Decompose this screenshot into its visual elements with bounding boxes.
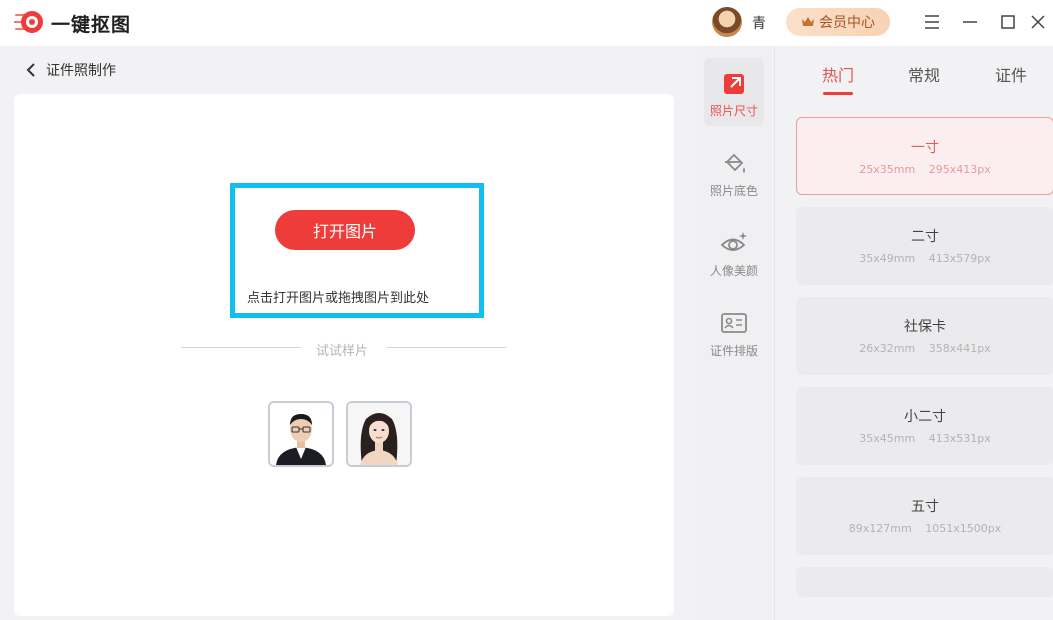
tool-photo-size[interactable]: 照片尺寸: [704, 58, 764, 126]
size-option-social-security[interactable]: 社保卡 26x32mm 358x441px: [796, 297, 1053, 375]
size-dims: 26x32mm 358x441px: [859, 342, 991, 355]
size-option-small-2inch[interactable]: 小二寸 35x45mm 413x531px: [796, 387, 1053, 465]
paint-bucket-icon: [725, 153, 745, 173]
tool-sidebar: 照片尺寸 照片底色 人像美颜 证件排版: [697, 46, 773, 620]
size-dims: 35x45mm 413x531px: [859, 432, 991, 445]
sample-photo-female[interactable]: [346, 401, 412, 467]
sample-divider-label: 试试样片: [316, 344, 369, 359]
username[interactable]: 青: [752, 13, 766, 33]
divider-right: [386, 347, 506, 348]
size-name: 五寸: [911, 499, 939, 515]
tool-background-color[interactable]: 照片底色: [704, 138, 764, 206]
chevron-left-icon: [26, 63, 35, 77]
tool-label-beauty: 人像美颜: [709, 264, 758, 278]
vip-crown-icon: [802, 17, 814, 26]
avatar[interactable]: [712, 7, 742, 37]
tab-hot[interactable]: 热门: [822, 62, 854, 86]
maximize-button[interactable]: [998, 12, 1018, 32]
divider-left: [181, 347, 301, 348]
upload-card[interactable]: 打开图片 点击打开图片或拖拽图片到此处 试试样片: [14, 94, 674, 616]
size-dims: 89x127mm 1051x1500px: [848, 522, 1002, 535]
minimize-button[interactable]: [960, 12, 980, 32]
drop-hint: 点击打开图片或拖拽图片到此处: [247, 291, 430, 306]
size-option-2inch[interactable]: 二寸 35x49mm 413x579px: [796, 207, 1053, 285]
menu-button[interactable]: [922, 12, 942, 32]
size-option-1inch[interactable]: 一寸 25x35mm 295x413px: [796, 117, 1053, 195]
tool-beauty[interactable]: 人像美颜: [704, 218, 764, 286]
photo-size-icon: [724, 74, 744, 94]
tool-id-layout[interactable]: 证件排版: [704, 298, 764, 366]
open-image-button[interactable]: 打开图片: [275, 210, 415, 250]
tool-label-background-color: 照片底色: [709, 184, 758, 198]
tool-label-id-layout: 证件排版: [709, 344, 758, 358]
back-button[interactable]: 证件照制作: [26, 60, 116, 80]
size-name: 二寸: [911, 229, 939, 245]
size-name: 小二寸: [904, 409, 946, 425]
female-portrait-image: [348, 403, 410, 465]
eye-sparkle-icon: [720, 232, 747, 251]
vip-center-button[interactable]: 会员中心: [786, 8, 890, 36]
page-title: 证件照制作: [46, 63, 116, 79]
active-tab-indicator: [823, 92, 853, 95]
sample-photo-male[interactable]: [268, 401, 334, 467]
close-button[interactable]: [1028, 12, 1048, 32]
menu-icon: [925, 15, 939, 29]
upload-drop-zone[interactable]: 打开图片 点击打开图片或拖拽图片到此处: [230, 183, 484, 318]
maximize-icon: [1001, 15, 1015, 29]
vip-center-label: 会员中心: [819, 15, 875, 31]
tool-label-photo-size: 照片尺寸: [709, 104, 758, 118]
size-option-5inch[interactable]: 五寸 89x127mm 1051x1500px: [796, 477, 1053, 555]
tab-regular[interactable]: 常规: [908, 62, 940, 86]
size-name: 一寸: [911, 140, 939, 156]
size-name: 社保卡: [904, 319, 946, 335]
minimize-icon: [963, 21, 977, 23]
male-portrait-image: [270, 403, 332, 465]
size-dims: 25x35mm 295x413px: [859, 163, 991, 176]
size-option-partial[interactable]: [796, 567, 1053, 597]
app-title: 一键抠图: [51, 14, 132, 36]
logo-icon: [14, 11, 43, 33]
close-icon: [1031, 15, 1045, 29]
tab-certificate[interactable]: 证件: [995, 62, 1027, 86]
title-bar: 一键抠图 青 会员中心: [0, 0, 1053, 46]
size-panel: 热门 常规 证件 一寸 25x35mm 295x413px 二寸 35x49mm…: [774, 46, 1053, 620]
size-dims: 35x49mm 413x579px: [859, 252, 991, 265]
id-card-icon: [721, 313, 747, 333]
